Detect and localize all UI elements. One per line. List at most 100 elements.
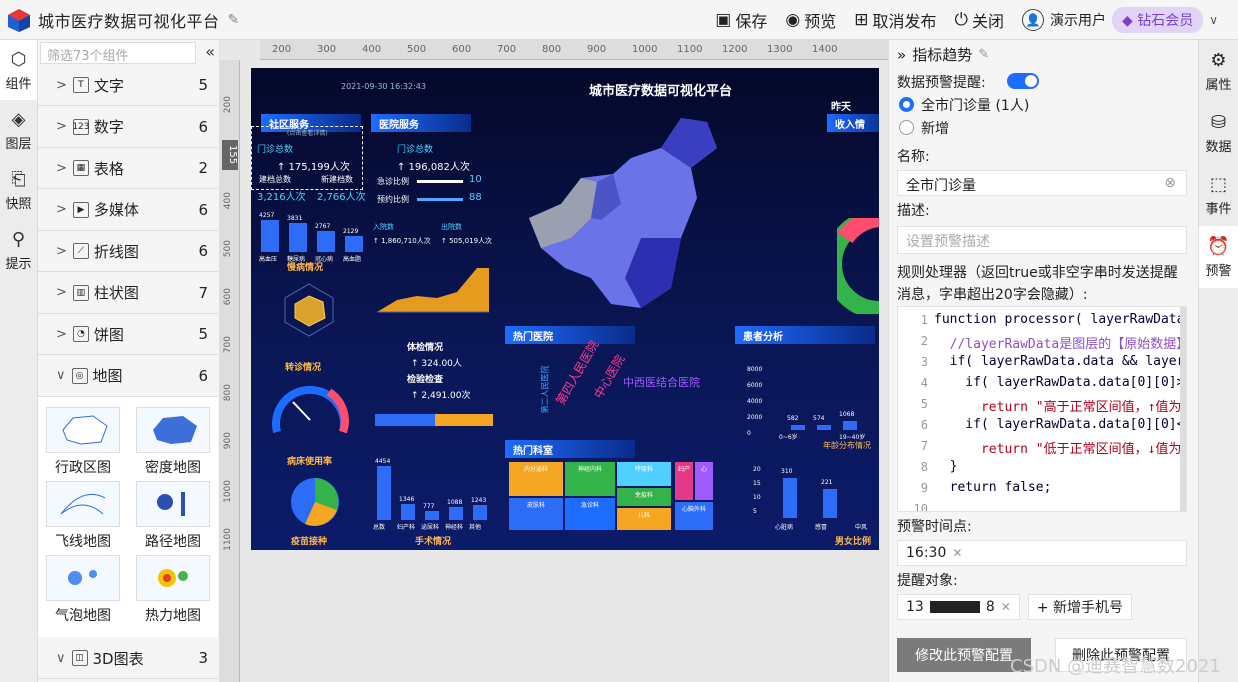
nav-tips[interactable]: ⚲ 提示 <box>0 220 37 280</box>
dashboard-preview[interactable]: 2021-09-30 16:32:43 城市医疗数据可视化平台 社区服务 (点击… <box>251 68 879 550</box>
map-tile-admin[interactable]: 行政区图 <box>46 407 120 477</box>
ruler-tick: 1300 <box>767 44 793 55</box>
rnav-data[interactable]: ⛁ 数据 <box>1199 102 1238 164</box>
community-bar <box>289 223 307 252</box>
category-item[interactable]: > ◔ 饼图 5 <box>38 314 218 355</box>
line-number: 2 <box>920 334 928 348</box>
exam-value: ↑ 2,491.00次 <box>411 391 471 401</box>
code-editor[interactable]: 1 function processor( layerRawData 2 //lay… <box>897 306 1187 512</box>
clear-icon[interactable]: ⊗ <box>1164 175 1176 191</box>
chevron-down-icon[interactable]: ∨ <box>1209 13 1218 27</box>
community-bar <box>317 231 335 252</box>
line-number: 4 <box>920 376 928 390</box>
ruler-tick: 800 <box>542 44 562 55</box>
map-tile-route[interactable]: 路径地图 <box>136 481 210 551</box>
edit-title-icon[interactable]: ✎ <box>228 12 240 28</box>
axis-tick: 8000 <box>747 366 763 373</box>
category-item[interactable]: > ▥ 柱状图 7 <box>38 273 218 314</box>
category-3d[interactable]: ∨ ◫ 3D图表 3 <box>38 638 218 679</box>
surgery-bar <box>425 511 439 520</box>
remove-tag-icon[interactable]: ✕ <box>952 546 962 560</box>
ruler-tick: 400 <box>362 44 382 55</box>
dept-cell: 妇产 <box>675 462 693 500</box>
desc-input[interactable]: 设置预警描述 <box>897 226 1187 254</box>
component-filter-input[interactable]: 筛选73个组件 <box>40 42 196 64</box>
category-icon: ◔ <box>72 326 89 342</box>
category-count: 6 <box>198 366 208 385</box>
map-tile-bubble[interactable]: 气泡地图 <box>46 555 120 625</box>
age-title: 年龄分布情况 <box>823 441 871 450</box>
bar-category: 总数 <box>373 524 386 531</box>
chevron-right-icon: > <box>56 285 67 300</box>
category-item[interactable]: > ⟋ 折线图 6 <box>38 231 218 272</box>
bar-label: 3831 <box>287 215 303 222</box>
hospital-total: ↑ 196,082人次 <box>397 162 470 173</box>
category-item[interactable]: >123 数字 6 <box>38 107 218 148</box>
appt-label: 预约比例 <box>377 195 409 204</box>
save-button[interactable]: ▣ 保存 <box>715 8 767 32</box>
alert-config-panel: » 指标趋势 ✎ 数据预警提醒: 全市门诊量 (1人) 新增 名称: 全市门诊量 ⊗ … <box>888 40 1198 682</box>
bar-category: 神经科 <box>445 524 464 531</box>
user-menu[interactable]: 👤 演示用户 ◆ 钻石会员 ∨ <box>1021 7 1218 33</box>
qrcode-icon: ⊞ <box>854 10 869 30</box>
bar-label: 4454 <box>375 458 391 465</box>
category-count: 2 <box>198 159 208 177</box>
radio-new-label: 新增 <box>921 121 949 137</box>
map-tile-label: 气泡地图 <box>55 608 111 624</box>
word-cloud-item: 中西医结合医院 <box>623 376 700 389</box>
radio-existing-label: 全市门诊量 (1人) <box>921 98 1030 114</box>
category-label: 多媒体 <box>93 201 139 219</box>
rnav-events[interactable]: ⬚ 事件 <box>1199 164 1238 226</box>
add-phone-button[interactable]: + 新增手机号 <box>1027 594 1132 620</box>
rnav-alerts[interactable]: ⏰ 预警 <box>1199 226 1238 288</box>
close-button[interactable]: ⏻ 关闭 <box>955 8 1004 32</box>
rnav-label: 事件 <box>1205 201 1232 217</box>
edit-icon[interactable]: ✎ <box>978 47 989 62</box>
new-value: 2,766人次 <box>317 192 366 203</box>
category-item[interactable]: > T 文字 5 <box>38 65 218 106</box>
rnav-label: 属性 <box>1205 77 1232 93</box>
nav-layers[interactable]: ◈ 图层 <box>0 100 37 160</box>
bar-label: 1243 <box>471 497 487 504</box>
nav-snapshot[interactable]: ⎗ 快照 <box>0 160 37 220</box>
category-item[interactable]: > ▦ 表格 2 <box>38 148 218 189</box>
surgery-bar <box>401 504 415 520</box>
map-tile-flyline[interactable]: 飞线地图 <box>46 481 120 551</box>
map-tile-density[interactable]: 密度地图 <box>136 407 210 477</box>
map-tile-heat[interactable]: 热力地图 <box>136 555 210 625</box>
nav-components[interactable]: ⬡ 组件 <box>0 40 37 100</box>
ruler-tick: 400 <box>223 192 233 210</box>
checkup-value: ↑ 324.00人 <box>411 359 462 369</box>
radio-new[interactable] <box>899 120 914 135</box>
code-line: return "高于正常区间值，↑值为 <box>934 400 1182 415</box>
category-item[interactable]: ∨ ◎ 地图 6 <box>38 356 218 397</box>
compare-bar <box>375 414 493 426</box>
rnav-properties[interactable]: ⚙ 属性 <box>1199 40 1238 102</box>
axis-tick: 4000 <box>747 398 763 405</box>
category-label: 文字 <box>93 76 124 95</box>
alert-toggle-label: 数据预警提醒: <box>897 75 986 91</box>
income-ring-chart <box>837 218 879 314</box>
category-item[interactable]: > ▶ 多媒体 6 <box>38 190 218 231</box>
unpublish-button[interactable]: ⊞ 取消发布 <box>854 8 936 32</box>
chevron-right-icon[interactable]: » <box>897 46 906 64</box>
remove-phone-icon[interactable]: ✕ <box>1001 600 1011 614</box>
chevron-right-icon: > <box>56 326 67 342</box>
gender-bar <box>823 489 837 518</box>
time-input[interactable]: 16:30 ✕ <box>897 540 1187 566</box>
code-scrollbar[interactable] <box>1180 307 1186 511</box>
ruler-top: 200 300 400 500 600 700 800 900 1000 1100 1200 1300… <box>260 40 888 60</box>
alert-toggle[interactable] <box>1007 73 1039 89</box>
name-input[interactable]: 全市门诊量 ⊗ <box>897 170 1187 196</box>
new-label: 新建档数 <box>321 175 353 184</box>
radio-existing[interactable] <box>899 97 914 112</box>
checkup-title: 体检情况 <box>407 343 444 353</box>
app-logo <box>8 8 30 32</box>
preview-button[interactable]: ◉ 预览 <box>785 8 836 32</box>
vaccine-pie-chart <box>291 478 339 526</box>
category-count: 7 <box>198 283 208 302</box>
rnav-label: 预警 <box>1205 263 1232 279</box>
line-number: 3 <box>920 355 928 369</box>
collapse-panel-icon[interactable]: « <box>205 42 215 61</box>
axis-tick: 0 <box>747 430 751 437</box>
